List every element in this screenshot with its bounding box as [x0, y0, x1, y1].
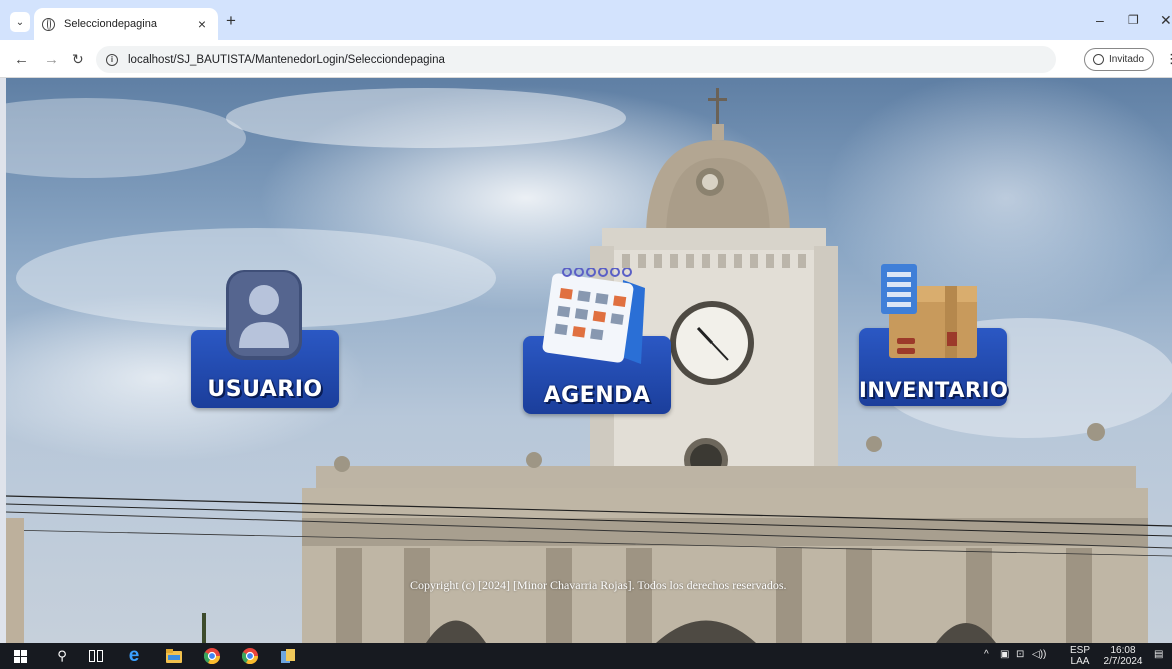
url-text: localhost/SJ_BAUTISTA/MantenedorLogin/Se…: [128, 53, 445, 66]
chrome-icon[interactable]: [202, 646, 222, 666]
close-icon[interactable]: ✕: [1160, 12, 1172, 29]
new-tab-button[interactable]: +: [226, 11, 236, 31]
profile-button[interactable]: Invitado: [1084, 48, 1154, 71]
notification-icon[interactable]: ▤: [1154, 649, 1163, 660]
copyright-text: Copyright (c) [2024] [Minor Chavarria Ro…: [410, 578, 787, 592]
edge-icon[interactable]: e: [124, 645, 144, 666]
inventario-label: INVENTARIO: [859, 378, 1009, 402]
taskbar: ⚲ e ^ ▣ ⊡ ◁)) ESP LAA 16:08 2/7/2024 ▤: [0, 643, 1172, 669]
profile-icon: [1093, 54, 1104, 65]
profile-label: Invitado: [1109, 54, 1145, 65]
app-icon[interactable]: [278, 646, 298, 666]
browser-tab[interactable]: Selecciondepagina ×: [34, 8, 218, 40]
tab-search-icon[interactable]: ⌄: [10, 12, 30, 32]
tray-chevron-icon[interactable]: ^: [984, 649, 989, 660]
forward-icon[interactable]: →: [44, 51, 59, 68]
usuario-tile[interactable]: USUARIO: [191, 268, 339, 408]
tab-strip: ⌄ Selecciondepagina × + – ❐ ✕: [0, 0, 1172, 40]
volume-icon[interactable]: ◁)): [1032, 649, 1046, 660]
usuario-label: USUARIO: [207, 377, 323, 402]
tab-title: Selecciondepagina: [64, 18, 157, 30]
restore-icon[interactable]: ❐: [1128, 13, 1139, 27]
url-input[interactable]: i localhost/SJ_BAUTISTA/MantenedorLogin/…: [96, 46, 1056, 73]
agenda-tile[interactable]: AGENDA: [523, 268, 671, 414]
language-top: ESP: [1070, 645, 1091, 656]
clock[interactable]: 16:08 2/7/2024: [1100, 645, 1146, 667]
chrome-icon[interactable]: [240, 646, 260, 666]
info-icon[interactable]: i: [106, 53, 118, 66]
inventario-tile[interactable]: INVENTARIO: [859, 264, 1009, 406]
back-icon[interactable]: ←: [14, 51, 29, 68]
agenda-label: AGENDA: [543, 383, 651, 408]
language-indicator[interactable]: ESP LAA: [1070, 645, 1090, 667]
reload-icon[interactable]: ↻: [72, 51, 84, 68]
clock-time: 16:08: [1110, 645, 1136, 656]
address-bar: ← → ↻ i localhost/SJ_BAUTISTA/Mantenedor…: [0, 40, 1172, 78]
network-icon[interactable]: ⊡: [1016, 649, 1024, 660]
file-explorer-icon[interactable]: [164, 646, 184, 666]
search-icon[interactable]: ⚲: [54, 646, 70, 666]
clock-date: 2/7/2024: [1103, 656, 1143, 667]
tab-close-button[interactable]: ×: [194, 16, 210, 32]
minimize-icon[interactable]: –: [1096, 12, 1104, 28]
windows-start-icon[interactable]: [12, 646, 28, 666]
language-bottom: LAA: [1070, 656, 1090, 667]
menu-icon[interactable]: ⋮: [1165, 51, 1172, 67]
globe-icon: [42, 17, 55, 31]
task-view-icon[interactable]: [88, 646, 104, 666]
security-icon[interactable]: ▣: [1000, 649, 1009, 660]
page-background: USUARIO AGENDA INVENTARIO Copyright (c) …: [6, 78, 1172, 643]
